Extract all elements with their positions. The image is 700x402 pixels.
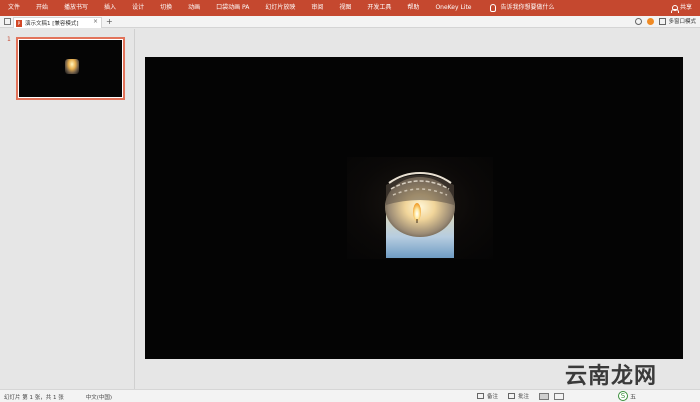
slide-number: 1: [7, 36, 11, 43]
document-icon[interactable]: [4, 18, 11, 25]
tell-me-search[interactable]: 告诉我你想要做什么: [480, 0, 563, 16]
language-indicator[interactable]: 中文(中国): [86, 393, 112, 401]
document-tab-title: 演示文稿1 [兼容模式]: [25, 21, 79, 27]
notes-icon: [477, 393, 484, 399]
powerpoint-window: 文件 开始 播放书写 插入 设计 切换 动画 口袋动画 PA 幻灯片放映 审阅 …: [0, 0, 700, 402]
menu-view[interactable]: 视图: [331, 0, 359, 16]
menu-draw[interactable]: 播放书写: [56, 0, 96, 16]
menu-insert[interactable]: 插入: [96, 0, 124, 16]
share-label: 共享: [679, 4, 692, 11]
menu-pocket-animation[interactable]: 口袋动画 PA: [208, 0, 257, 16]
watermark-text: 云南龙网: [565, 363, 658, 389]
status-bar: 幻灯片 第 1 张，共 1 张 中文(中国) 备注 批注 S 五: [0, 389, 700, 402]
slide-thumbnail-pane: 1: [0, 29, 135, 389]
tell-me-label: 告诉我你想要做什么: [500, 4, 555, 11]
status-right: 备注 批注: [477, 392, 569, 400]
ribbon-menu-bar: 文件 开始 播放书写 插入 设计 切换 动画 口袋动画 PA 幻灯片放映 审阅 …: [0, 0, 700, 16]
slide-thumbnail[interactable]: [16, 37, 125, 100]
menu-onekey-lite[interactable]: OneKey Lite: [427, 0, 479, 16]
thumbnail-candle-image: [65, 59, 79, 74]
input-method-indicator[interactable]: S 五: [618, 391, 636, 401]
comment-icon: [508, 393, 516, 399]
lightbulb-icon: [489, 4, 496, 12]
powerpoint-icon: P: [16, 19, 22, 27]
menu-developer[interactable]: 开发工具: [359, 0, 399, 16]
candle-image: [385, 171, 455, 258]
menu-animations[interactable]: 动画: [180, 0, 208, 16]
close-icon[interactable]: ×: [93, 18, 98, 25]
notes-button[interactable]: 备注: [477, 392, 498, 400]
notes-label: 备注: [487, 394, 499, 400]
document-tab-bar: P 演示文稿1 [兼容模式] × + 多窗口模式: [0, 16, 700, 28]
ime-mode: 五: [630, 393, 637, 401]
menu-help[interactable]: 帮助: [399, 0, 427, 16]
share-button[interactable]: 共享: [670, 0, 692, 16]
comments-label: 批注: [518, 394, 530, 400]
slide-count-info: 幻灯片 第 1 张，共 1 张: [4, 395, 64, 401]
menu-home[interactable]: 开始: [28, 0, 56, 16]
slide-sorter-view-icon[interactable]: [554, 392, 565, 400]
person-icon: [670, 4, 679, 13]
comments-button[interactable]: 批注: [508, 392, 529, 400]
menu-file[interactable]: 文件: [0, 0, 28, 16]
status-left: 幻灯片 第 1 张，共 1 张 中文(中国): [4, 393, 134, 401]
search-icon[interactable]: [635, 17, 643, 25]
multi-window-mode-button[interactable]: 多窗口模式: [668, 17, 696, 25]
add-tab-button[interactable]: +: [106, 16, 113, 27]
menu-slideshow[interactable]: 幻灯片放映: [257, 0, 303, 16]
window-icon: [659, 17, 667, 25]
menu-review[interactable]: 审阅: [303, 0, 331, 16]
menu-design[interactable]: 设计: [124, 0, 152, 16]
normal-view-icon[interactable]: [539, 392, 550, 400]
document-tab[interactable]: P 演示文稿1 [兼容模式] ×: [13, 17, 102, 28]
settings-icon[interactable]: [647, 17, 655, 25]
candle-photo[interactable]: [347, 157, 493, 259]
tab-bar-tools: 多窗口模式: [635, 17, 696, 25]
view-buttons: [539, 392, 569, 400]
menu-transitions[interactable]: 切换: [152, 0, 180, 16]
slide-canvas[interactable]: [145, 57, 683, 359]
sogou-ime-icon: S: [618, 391, 628, 401]
